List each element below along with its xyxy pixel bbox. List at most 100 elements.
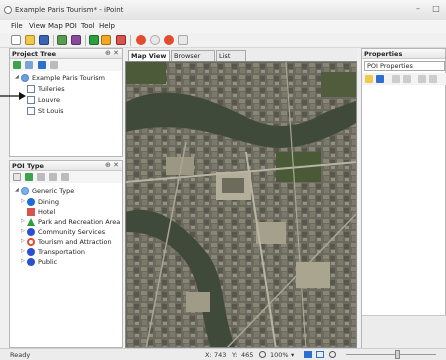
tab-map-view[interactable]: Map View (128, 50, 170, 61)
globe-icon (21, 187, 29, 195)
hotel-icon (27, 208, 35, 216)
map-page-icon (27, 96, 35, 104)
callout-arrow-icon (0, 92, 26, 100)
tree-node-label: Tuileries (38, 85, 65, 93)
tree-node-generic-type[interactable]: ◢ Generic Type (15, 186, 120, 196)
search-icon[interactable] (329, 351, 336, 358)
panel-controls[interactable]: ⊕ ✕ (105, 49, 119, 57)
y-label: Y: (232, 351, 238, 359)
x-coordinate: 743 (214, 351, 227, 359)
toolbar-separator (130, 35, 131, 46)
zoom-slider-handle[interactable] (395, 350, 400, 359)
map-canvas[interactable] (125, 61, 357, 348)
tree-node-label: Example Paris Tourism (32, 74, 105, 82)
remove-icon[interactable] (403, 75, 411, 83)
redo-icon[interactable] (71, 35, 81, 45)
new-file-icon[interactable] (11, 35, 21, 45)
fit-view-icon[interactable] (304, 351, 312, 358)
project-tree-panel: Project Tree ⊕ ✕ ◢ Example Paris Tourism… (9, 48, 123, 157)
collapse-arrow-icon[interactable]: ▷ (21, 248, 25, 254)
collapse-arrow-icon[interactable]: ▷ (21, 228, 25, 234)
target-icon[interactable] (164, 35, 174, 45)
settings-icon[interactable] (150, 35, 160, 45)
remove-icon[interactable] (37, 173, 45, 181)
expand-arrow-icon[interactable]: ◢ (15, 187, 19, 193)
panel-title: POI Type (12, 162, 44, 170)
tree-node-label: Louvre (38, 96, 60, 104)
tree-node-label: Public (38, 258, 58, 266)
collapse-arrow-icon[interactable]: ▷ (21, 238, 25, 244)
add-icon[interactable] (13, 61, 21, 69)
panel-title: Project Tree (12, 50, 57, 58)
menu-map[interactable]: Map (48, 22, 63, 30)
check-icon[interactable] (89, 35, 99, 45)
zoom-level[interactable]: 100% (270, 351, 289, 359)
tree-node-louvre[interactable]: Louvre (27, 95, 117, 105)
panel-header: POI Type ⊕ ✕ (10, 161, 122, 171)
save-icon[interactable] (39, 35, 49, 45)
tree-node-transportation[interactable]: ▷ Transportation (21, 247, 121, 257)
public-icon (27, 258, 35, 266)
sort-icon[interactable] (376, 75, 384, 83)
move-down-icon[interactable] (50, 61, 58, 69)
collapse-arrow-icon[interactable]: ▷ (21, 258, 25, 264)
zoom-slider-track[interactable] (346, 354, 436, 355)
panel-controls[interactable]: ⊕ ✕ (105, 161, 119, 169)
edit-icon[interactable] (25, 61, 33, 69)
marker-icon[interactable] (116, 35, 126, 45)
tree-node-park[interactable]: ▷ Park and Recreation Area (21, 217, 124, 227)
tree-node-hotel[interactable]: Hotel (21, 207, 121, 217)
tree-node-tuileries[interactable]: Tuileries (27, 84, 117, 94)
tree-node-root[interactable]: ◢ Example Paris Tourism (15, 73, 120, 83)
expand-arrow-icon[interactable]: ◢ (15, 74, 19, 80)
add-poi-icon[interactable] (136, 35, 146, 45)
menu-file[interactable]: File (11, 22, 23, 30)
poi-type-panel: POI Type ⊕ ✕ ◢ Generic Type ▷ Dining Hot… (9, 160, 123, 348)
move-down-icon[interactable] (429, 75, 437, 83)
collapse-arrow-icon[interactable]: ▷ (21, 218, 25, 224)
tree-node-tourism[interactable]: ▷ Tourism and Attraction (21, 237, 121, 247)
window-title: Example Paris Tourism* - iPoint (15, 6, 124, 14)
tree-node-dining[interactable]: ▷ Dining (21, 197, 121, 207)
status-text: Ready (10, 351, 31, 359)
clear-icon[interactable] (178, 35, 188, 45)
move-up-icon[interactable] (38, 61, 46, 69)
move-up-icon[interactable] (418, 75, 426, 83)
tree-node-community-services[interactable]: ▷ Community Services (21, 227, 121, 237)
open-folder-icon[interactable] (25, 35, 35, 45)
properties-selector[interactable]: POI Properties (364, 61, 445, 71)
title-bar: Example Paris Tourism* - iPoint – □ (0, 0, 446, 20)
move-down-icon[interactable] (61, 173, 69, 181)
zoom-dropdown-icon[interactable]: ▾ (291, 351, 294, 359)
tree-node-st-louis[interactable]: St Louis (27, 106, 117, 116)
panel-header: Project Tree ⊕ ✕ (10, 49, 122, 59)
maximize-button[interactable]: □ (430, 4, 442, 14)
undo-icon[interactable] (57, 35, 67, 45)
transportation-icon (27, 248, 35, 256)
tree-node-label: Transportation (38, 248, 85, 256)
tab-browser-view[interactable]: Browser View (171, 50, 215, 68)
menu-view[interactable]: View (29, 22, 46, 30)
tree-node-public[interactable]: ▷ Public (21, 257, 121, 267)
dining-icon (27, 198, 35, 206)
move-up-icon[interactable] (49, 173, 57, 181)
panel-header: Properties (362, 49, 445, 59)
minimize-button[interactable]: – (412, 4, 424, 14)
tab-list-view[interactable]: List View (216, 50, 246, 68)
panel-title: Properties (364, 50, 403, 58)
tree-node-label: Tourism and Attraction (38, 238, 112, 246)
categorized-icon[interactable] (365, 75, 373, 83)
map-page-icon (27, 107, 35, 115)
collapse-arrow-icon[interactable]: ▷ (21, 198, 25, 204)
grid-icon[interactable] (316, 351, 324, 358)
add-icon[interactable] (25, 173, 33, 181)
aerial-map-image (126, 62, 356, 347)
properties-icon[interactable] (13, 173, 21, 181)
menu-poi[interactable]: POI (65, 22, 77, 30)
tree-icon (27, 218, 35, 226)
menu-help[interactable]: Help (99, 22, 115, 30)
menu-tool[interactable]: Tool (81, 22, 95, 30)
connect-icon[interactable] (101, 35, 111, 45)
properties-toolbar (362, 73, 446, 85)
add-icon[interactable] (392, 75, 400, 83)
